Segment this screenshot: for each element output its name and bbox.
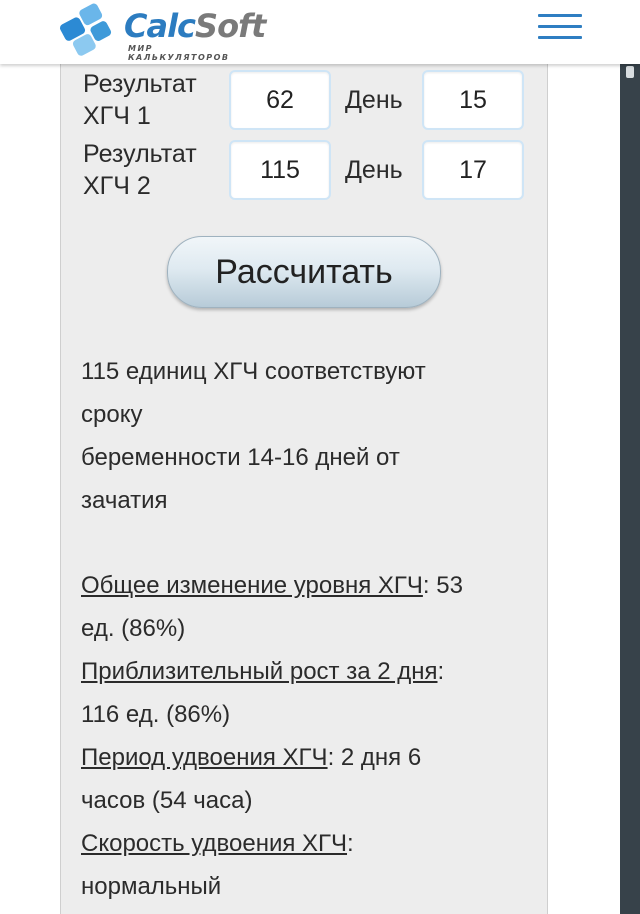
growth-stat: Приблизительный рост за 2 дня:	[81, 650, 531, 693]
brand-name-primary: Calc	[124, 7, 196, 45]
result-line: сроку	[81, 401, 143, 428]
result-line: 115 единиц ХГЧ соответствуют	[81, 358, 426, 385]
result-text: 115 единиц ХГЧ соответствуют сроку берем…	[81, 350, 521, 522]
total-change-stat: Общее изменение уровня ХГЧ: 53	[81, 564, 531, 607]
left-gutter	[0, 64, 60, 914]
result-line: беременности 14-16 дней от	[81, 444, 400, 471]
menu-bar	[538, 25, 582, 28]
site-logo[interactable]: CalcSoft МИР КАЛЬКУЛЯТОРОВ	[58, 0, 266, 62]
total-change-value-a: : 53	[422, 572, 463, 599]
hcg2-label-line2: ХГЧ 2	[83, 172, 151, 200]
growth-value-b: 116 ед. (86%)	[81, 701, 231, 728]
hcg2-value-input[interactable]: 115	[229, 140, 331, 200]
doubling-speed-link[interactable]: Скорость удвоения ХГЧ	[81, 830, 347, 857]
hcg1-day-input[interactable]: 15	[422, 70, 524, 130]
doubling-speed-stat: Скорость удвоения ХГЧ:	[81, 822, 531, 865]
menu-bar	[538, 14, 582, 17]
doubling-period-stat: Период удвоения ХГЧ: 2 дня 6	[81, 736, 531, 779]
scrollbar[interactable]	[620, 64, 640, 914]
brand-subtitle: МИР КАЛЬКУЛЯТОРОВ	[128, 44, 230, 62]
app-header: CalcSoft МИР КАЛЬКУЛЯТОРОВ	[0, 0, 640, 64]
growth-link[interactable]: Приблизительный рост за 2 дня	[81, 658, 438, 685]
total-change-value-b: ед. (86%)	[81, 615, 186, 642]
calculate-button[interactable]: Рассчитать	[167, 236, 441, 308]
calcsoft-logo-icon	[60, 3, 112, 56]
doubling-period-link[interactable]: Период удвоения ХГЧ	[81, 744, 328, 771]
doubling-speed-value-a: :	[347, 830, 354, 857]
hcg-statistics: Общее изменение уровня ХГЧ: 53 ед. (86%)…	[81, 564, 531, 908]
hcg1-label-line1: Результат	[83, 70, 197, 98]
hcg2-label-line1: Результат	[83, 140, 197, 168]
total-change-link[interactable]: Общее изменение уровня ХГЧ	[81, 572, 423, 599]
scrollbar-thumb[interactable]	[626, 66, 634, 78]
menu-bar	[538, 36, 582, 39]
hcg2-day-label: День	[345, 156, 403, 184]
result-line: зачатия	[81, 487, 168, 514]
hcg1-label-line2: ХГЧ 1	[83, 102, 151, 130]
brand-name-secondary: Soft	[195, 7, 266, 45]
growth-value-a: :	[437, 658, 445, 685]
doubling-speed-value-b: нормальный	[81, 873, 222, 900]
brand-wordmark: CalcSoft	[124, 7, 266, 45]
hamburger-menu-icon[interactable]	[538, 12, 584, 42]
hcg2-day-input[interactable]: 17	[422, 140, 524, 200]
hcg2-label: Результат ХГЧ 2	[83, 138, 197, 202]
doubling-period-value-a: : 2 дня 6	[327, 744, 422, 771]
hcg1-value-input[interactable]: 62	[229, 70, 331, 130]
doubling-period-value-b: часов (54 часа)	[81, 787, 253, 814]
calculator-panel: Результат ХГЧ 1 62 День 15 Результат ХГЧ…	[60, 64, 548, 914]
hcg1-day-label: День	[345, 86, 403, 114]
hcg1-label: Результат ХГЧ 1	[83, 68, 197, 132]
